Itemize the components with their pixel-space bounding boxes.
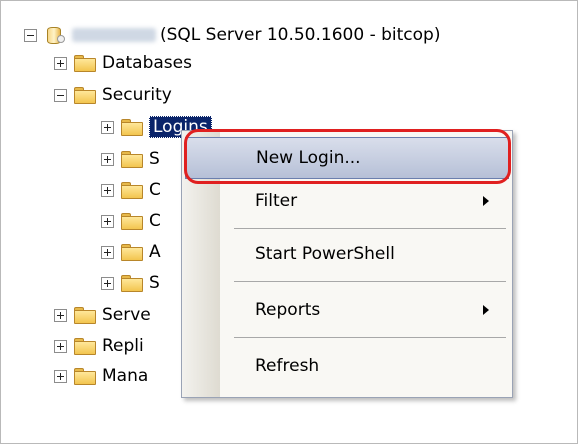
expand-toggle-icon[interactable] [54,369,67,383]
node-label: Mana [102,366,149,386]
tree-node-security[interactable]: Security [54,80,172,110]
node-label: Repli [102,336,144,356]
expand-toggle-icon[interactable] [101,183,114,197]
folder-icon [121,150,143,168]
menu-item-label: Refresh [255,356,320,376]
folder-icon [74,86,96,104]
tree-node-databases[interactable]: Databases [54,48,192,78]
menu-separator [234,281,506,282]
folder-icon [121,181,143,199]
tree-node-security-child[interactable]: S [101,268,160,298]
menu-item-label: Reports [255,300,321,320]
folder-icon [74,54,96,72]
node-label: Serve [102,305,151,325]
menu-item-label: Start PowerShell [255,244,395,264]
menu-item-filter[interactable]: Filter [185,180,509,222]
tree-node-security-child[interactable]: C [101,206,161,236]
tree-node-security-child[interactable]: C [101,175,161,205]
node-label: S [149,149,160,169]
submenu-arrow-icon [483,305,489,315]
tree-node-replication[interactable]: Repli [54,331,144,361]
node-label: S [149,273,160,293]
tree-node-security-child[interactable]: A [101,237,161,267]
tree-node-server[interactable]: (SQL Server 10.50.1600 - bitcop) [24,20,440,50]
expand-toggle-icon[interactable] [101,276,114,290]
expand-toggle-icon[interactable] [101,120,114,134]
tree-node-server-objects[interactable]: Serve [54,300,151,330]
folder-icon [121,243,143,261]
menu-separator [234,337,506,338]
expand-toggle-icon[interactable] [101,214,114,228]
submenu-arrow-icon [483,196,489,206]
expand-toggle-icon[interactable] [101,245,114,259]
folder-icon [121,274,143,292]
folder-icon [121,212,143,230]
menu-item-refresh[interactable]: Refresh [185,345,509,387]
node-label: Security [102,85,172,105]
folder-icon [121,118,143,136]
expand-toggle-icon[interactable] [54,308,67,322]
server-label: (SQL Server 10.50.1600 - bitcop) [160,25,441,45]
menu-item-label: Filter [255,191,298,211]
menu-item-start-powershell[interactable]: Start PowerShell [185,233,509,275]
expand-toggle-icon[interactable] [54,56,67,70]
server-name-redacted [72,28,156,42]
collapse-toggle-icon[interactable] [24,28,37,42]
folder-icon [74,367,96,385]
menu-separator [234,228,506,229]
node-label: C [149,211,161,231]
expand-toggle-icon[interactable] [54,339,67,353]
menu-item-reports[interactable]: Reports [185,289,509,331]
highlight-ring [184,129,511,184]
node-label: C [149,180,161,200]
expand-toggle-icon[interactable] [101,152,114,166]
folder-icon [74,337,96,355]
tree-node-management[interactable]: Mana [54,361,148,391]
node-label: Databases [102,53,192,73]
folder-icon [74,306,96,324]
sql-server-icon [44,24,66,46]
node-label: A [149,242,161,262]
tree-node-security-child[interactable]: S [101,144,160,174]
collapse-toggle-icon[interactable] [54,88,67,102]
